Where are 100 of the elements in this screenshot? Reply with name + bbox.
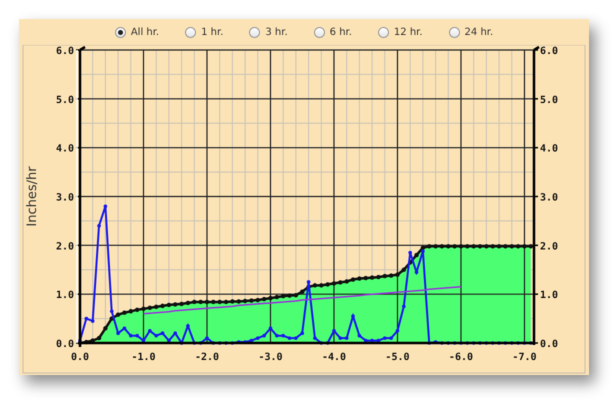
data-point bbox=[205, 336, 209, 340]
data-point bbox=[382, 274, 387, 278]
radio-circle[interactable] bbox=[185, 27, 196, 38]
data-point bbox=[154, 334, 158, 338]
data-point bbox=[408, 250, 412, 254]
x-tick-label: -6.0 bbox=[448, 352, 474, 363]
data-point bbox=[211, 300, 216, 304]
range-radio[interactable]: All hr. bbox=[114, 27, 160, 38]
data-point bbox=[84, 316, 88, 320]
data-point bbox=[256, 298, 260, 302]
data-point bbox=[281, 334, 285, 338]
data-point bbox=[243, 340, 247, 344]
data-point bbox=[414, 270, 418, 274]
data-point bbox=[160, 331, 164, 336]
data-point bbox=[370, 275, 374, 280]
data-point bbox=[173, 302, 178, 307]
y-tick-label: 4.0 bbox=[56, 144, 74, 155]
range-radio[interactable]: 12 hr. bbox=[378, 27, 423, 38]
data-point bbox=[129, 334, 133, 338]
data-point bbox=[179, 302, 184, 306]
data-point bbox=[490, 341, 495, 345]
data-point bbox=[522, 244, 527, 248]
data-point bbox=[186, 324, 190, 328]
data-point bbox=[96, 336, 102, 340]
data-point bbox=[122, 326, 126, 330]
data-point bbox=[490, 244, 495, 248]
y-tick-label: 6.0 bbox=[56, 46, 74, 57]
data-point bbox=[110, 316, 114, 321]
x-tick-label: 0.0 bbox=[70, 352, 90, 363]
data-point bbox=[459, 341, 463, 345]
data-point bbox=[503, 244, 508, 248]
radio-circle[interactable] bbox=[378, 27, 389, 38]
data-point bbox=[192, 300, 196, 304]
data-point bbox=[166, 302, 172, 308]
data-point bbox=[180, 341, 184, 345]
radio-circle[interactable] bbox=[249, 27, 260, 38]
data-point bbox=[198, 300, 203, 304]
data-point bbox=[478, 341, 482, 345]
data-point bbox=[382, 336, 387, 340]
data-point bbox=[268, 296, 273, 300]
data-point bbox=[288, 336, 292, 340]
data-point bbox=[135, 334, 139, 338]
data-point bbox=[319, 283, 324, 288]
data-point bbox=[141, 306, 146, 312]
data-point bbox=[497, 341, 501, 345]
radio-circle[interactable] bbox=[114, 27, 126, 38]
data-point bbox=[516, 244, 520, 248]
data-point bbox=[358, 334, 362, 338]
y-tick-label: 1.0 bbox=[56, 290, 74, 302]
data-point bbox=[268, 326, 272, 330]
data-point bbox=[478, 244, 482, 248]
data-point bbox=[452, 244, 457, 248]
y-tick-label: 0.0 bbox=[56, 339, 74, 350]
y-tick-label: 2.0 bbox=[56, 241, 74, 252]
radio-circle[interactable] bbox=[314, 27, 325, 38]
range-radio[interactable]: 24 hr. bbox=[448, 27, 494, 38]
data-point bbox=[186, 300, 190, 306]
data-point bbox=[529, 341, 533, 345]
data-point bbox=[350, 277, 356, 282]
data-point bbox=[148, 329, 152, 333]
data-point bbox=[389, 336, 393, 340]
x-tick-label: -3.0 bbox=[258, 352, 283, 363]
data-point bbox=[148, 306, 152, 310]
range-radio[interactable]: 3 hr. bbox=[249, 27, 288, 38]
y-tick-label: 3.0 bbox=[540, 192, 558, 204]
data-point bbox=[408, 260, 412, 265]
range-radio[interactable]: 6 hr. bbox=[314, 27, 352, 38]
data-point bbox=[212, 341, 216, 345]
y-tick-label: 0.0 bbox=[540, 339, 558, 350]
data-point bbox=[116, 331, 120, 336]
data-point bbox=[294, 292, 298, 298]
data-point bbox=[325, 282, 330, 287]
data-point bbox=[446, 244, 450, 248]
data-point bbox=[351, 314, 355, 318]
data-point bbox=[458, 244, 464, 248]
range-radio[interactable]: 1 hr. bbox=[185, 27, 224, 38]
data-point bbox=[313, 336, 317, 340]
data-point bbox=[427, 341, 432, 345]
data-point bbox=[236, 340, 241, 344]
data-point bbox=[332, 329, 336, 333]
radio-circle[interactable] bbox=[448, 27, 460, 38]
data-point bbox=[167, 338, 171, 342]
data-point bbox=[510, 244, 514, 248]
data-point bbox=[300, 331, 304, 336]
data-point bbox=[262, 334, 266, 338]
data-point bbox=[427, 244, 432, 248]
data-point bbox=[376, 274, 381, 280]
data-point bbox=[484, 244, 489, 248]
data-point bbox=[466, 341, 470, 345]
data-point bbox=[142, 338, 146, 342]
x-tick-label: -7.0 bbox=[512, 352, 537, 363]
data-point bbox=[104, 204, 108, 208]
y-tick-label: 5.0 bbox=[56, 94, 74, 106]
data-point bbox=[242, 298, 248, 304]
data-point bbox=[90, 319, 94, 323]
data-point bbox=[300, 290, 304, 294]
data-point bbox=[376, 338, 380, 342]
data-point bbox=[510, 341, 514, 345]
data-point bbox=[440, 341, 444, 345]
data-point bbox=[116, 312, 120, 317]
